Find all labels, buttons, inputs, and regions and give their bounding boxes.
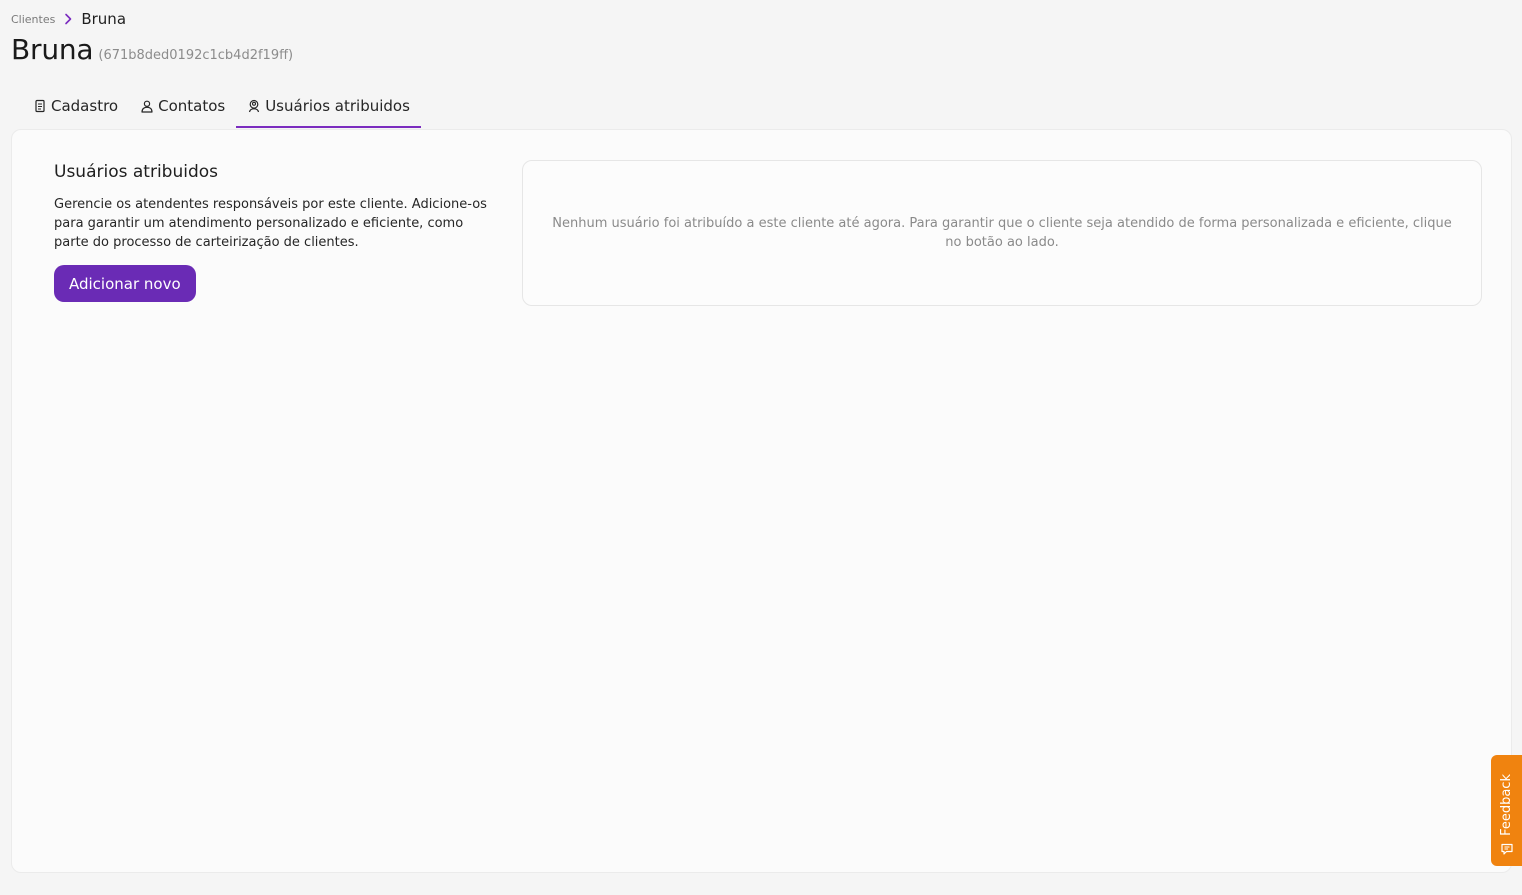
tab-contatos-label: Contatos	[158, 97, 226, 115]
tab-usuarios-atribuidos-label: Usuários atribuidos	[265, 97, 410, 115]
user-icon	[140, 99, 154, 113]
chevron-right-icon	[61, 12, 75, 26]
empty-state-message: Nenhum usuário foi atribuído a este clie…	[552, 216, 1452, 250]
tab-usuarios-atribuidos[interactable]: Usuários atribuidos	[236, 84, 421, 128]
tab-cadastro[interactable]: Cadastro	[22, 84, 129, 128]
tab-contatos[interactable]: Contatos	[129, 84, 236, 128]
breadcrumb-clientes-link[interactable]: Clientes	[11, 13, 55, 26]
assigned-users-intro: Usuários atribuidos Gerencie os atendent…	[54, 162, 494, 302]
section-title: Usuários atribuidos	[54, 162, 218, 182]
tab-cadastro-label: Cadastro	[51, 97, 119, 115]
chat-icon	[1500, 842, 1514, 856]
page-header: Bruna (671b8ded0192c1cb4d2f19ff)	[11, 33, 293, 66]
feedback-label: Feedback	[1499, 774, 1514, 836]
user-circle-icon	[247, 99, 261, 113]
page-title: Bruna	[11, 33, 94, 66]
empty-state: Nenhum usuário foi atribuído a este clie…	[522, 160, 1482, 306]
breadcrumb: Clientes Bruna	[11, 9, 126, 29]
breadcrumb-current: Bruna	[81, 10, 127, 28]
document-icon	[33, 99, 47, 113]
feedback-tab[interactable]: Feedback	[1491, 755, 1522, 866]
assigned-users-card: Usuários atribuidos Gerencie os atendent…	[11, 129, 1512, 873]
add-new-button[interactable]: Adicionar novo	[54, 265, 196, 302]
section-description: Gerencie os atendentes responsáveis por …	[54, 197, 487, 250]
client-id: (671b8ded0192c1cb4d2f19ff)	[98, 48, 294, 63]
tab-bar: Cadastro Contatos Usuários atribuidos	[22, 84, 421, 128]
